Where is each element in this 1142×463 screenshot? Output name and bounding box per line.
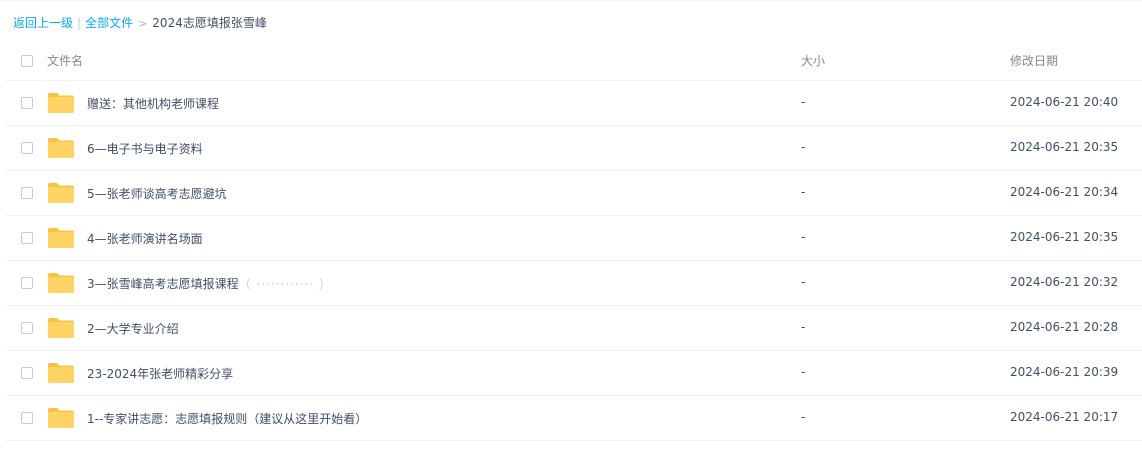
file-name[interactable]: 赠送：其他机构老师课程 (87, 95, 219, 112)
file-size: - (801, 140, 806, 154)
file-modified-date: 2024-06-21 20:32 (1010, 275, 1119, 289)
table-row[interactable]: 23-2024年张老师精彩分享 - 2024-06-21 20:39 (5, 351, 1142, 396)
folder-icon[interactable] (47, 182, 75, 204)
row-checkbox[interactable] (21, 232, 33, 244)
file-modified-date: 2024-06-21 20:35 (1010, 140, 1119, 154)
file-name[interactable]: 3—张雪峰高考志愿填报课程（ ············ ） (87, 275, 332, 292)
folder-icon[interactable] (47, 92, 75, 114)
folder-icon[interactable] (47, 227, 75, 249)
back-link[interactable]: 返回上一级 (13, 16, 73, 30)
file-name-text: 5—张老师谈高考志愿避坑 (87, 187, 227, 201)
column-header-name[interactable]: 文件名 (47, 52, 83, 69)
top-divider (0, 0, 1142, 1)
table-row[interactable]: 1--专家讲志愿：志愿填报规则（建议从这里开始看） - 2024-06-21 20:… (5, 396, 1142, 441)
file-name[interactable]: 1--专家讲志愿：志愿填报规则（建议从这里开始看） (87, 410, 367, 427)
row-checkbox[interactable] (21, 322, 33, 334)
table-row[interactable]: 2—大学专业介绍 - 2024-06-21 20:28 (5, 306, 1142, 351)
file-name-text: 6—电子书与电子资料 (87, 142, 203, 156)
file-modified-date: 2024-06-21 20:39 (1010, 365, 1119, 379)
folder-icon[interactable] (47, 272, 75, 294)
file-name-text: 4—张老师演讲名场面 (87, 232, 203, 246)
table-row[interactable]: 4—张老师演讲名场面 - 2024-06-21 20:35 (5, 216, 1142, 261)
file-size: - (801, 365, 806, 379)
table-row[interactable]: 赠送：其他机构老师课程 - 2024-06-21 20:40 (5, 81, 1142, 126)
table-row[interactable]: 5—张老师谈高考志愿避坑 - 2024-06-21 20:34 (5, 171, 1142, 216)
row-checkbox[interactable] (21, 277, 33, 289)
file-name[interactable]: 2—大学专业介绍 (87, 320, 179, 337)
row-checkbox[interactable] (21, 412, 33, 424)
file-name-text: 23-2024年张老师精彩分享 (87, 367, 234, 381)
file-name-text: 3—张雪峰高考志愿填报课程 (87, 277, 239, 291)
row-checkbox[interactable] (21, 142, 33, 154)
file-name-text: 赠送：其他机构老师课程 (87, 97, 220, 111)
file-modified-date: 2024-06-21 20:34 (1010, 185, 1119, 199)
file-modified-date: 2024-06-21 20:35 (1010, 230, 1119, 244)
file-name[interactable]: 4—张老师演讲名场面 (87, 230, 203, 247)
file-name-suffix: （ ············ ） (238, 277, 333, 291)
file-modified-date: 2024-06-21 20:40 (1010, 95, 1119, 109)
file-name[interactable]: 5—张老师谈高考志愿避坑 (87, 185, 227, 202)
folder-icon[interactable] (47, 362, 75, 384)
all-files-link[interactable]: 全部文件 (85, 16, 133, 30)
breadcrumb-current: 2024志愿填报张雪峰 (152, 16, 267, 30)
select-all-checkbox[interactable] (21, 55, 33, 67)
row-checkbox[interactable] (21, 367, 33, 379)
file-name[interactable]: 23-2024年张老师精彩分享 (87, 365, 233, 382)
file-size: - (801, 410, 806, 424)
column-header-size[interactable]: 大小 (801, 52, 825, 69)
folder-icon[interactable] (47, 317, 75, 339)
row-checkbox[interactable] (21, 187, 33, 199)
file-size: - (801, 185, 806, 199)
file-modified-date: 2024-06-21 20:28 (1010, 320, 1119, 334)
file-name-text: 2—大学专业介绍 (87, 322, 179, 336)
table-row[interactable]: 3—张雪峰高考志愿填报课程（ ············ ） - 2024-06-21… (5, 261, 1142, 306)
folder-icon[interactable] (47, 137, 75, 159)
table-body: 赠送：其他机构老师课程 -2024-06-21 20:40 6—电子书与电子资料 -2… (5, 81, 1142, 441)
table-row[interactable]: 6—电子书与电子资料 - 2024-06-21 20:35 (5, 126, 1142, 171)
file-modified-date: 2024-06-21 20:17 (1010, 410, 1119, 424)
folder-icon[interactable] (47, 407, 75, 429)
file-size: - (801, 275, 806, 289)
file-name[interactable]: 6—电子书与电子资料 (87, 140, 203, 157)
file-size: - (801, 320, 806, 334)
column-header-modified[interactable]: 修改日期 (1010, 52, 1058, 69)
file-size: - (801, 95, 806, 109)
row-checkbox[interactable] (21, 97, 33, 109)
file-name-text: 1--专家讲志愿：志愿填报规则（建议从这里开始看） (87, 412, 368, 426)
breadcrumb-arrow: > (138, 17, 148, 30)
breadcrumb: 返回上一级 | 全部文件 >2024志愿填报张雪峰 (13, 15, 267, 31)
table-header: 文件名 大小 修改日期 (5, 38, 1142, 81)
breadcrumb-separator: | (77, 16, 82, 30)
file-table: 文件名 大小 修改日期 赠送：其他机构老师课程 - 2024-06-21 20:40… (5, 38, 1142, 441)
file-size: - (801, 230, 806, 244)
